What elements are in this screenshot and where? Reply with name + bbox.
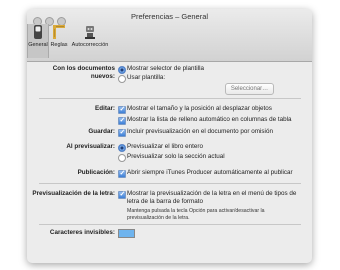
invisibles-color-well[interactable] <box>118 229 135 238</box>
radio-show-selector-label: Mostrar selector de plantilla <box>127 65 204 72</box>
checkbox-open-itunes-producer[interactable] <box>118 169 126 178</box>
save-label: Guardar: <box>88 128 115 135</box>
checkbox-show-font-preview[interactable] <box>118 190 126 199</box>
font-preview-label: Previsualización de la letra: <box>32 190 115 197</box>
publish-label: Publicación: <box>77 169 115 176</box>
edit-label: Editar: <box>95 105 115 112</box>
title-bar: Preferencias – General General Reglas Au… <box>27 9 312 62</box>
invisibles-label: Caracteres invisibles: <box>49 229 115 236</box>
checkbox-show-autofill[interactable] <box>118 116 126 125</box>
checkbox-include-preview[interactable] <box>118 128 126 137</box>
show-font-preview-label: Mostrar la previsualización de la letra … <box>127 190 297 205</box>
font-preview-hint: Mantenga pulsada la tecla Opción para ac… <box>127 208 265 221</box>
toolbar-general-label: General <box>28 42 48 48</box>
switch-icon <box>34 25 42 39</box>
divider <box>39 183 301 184</box>
open-itunes-producer-label: Abrir siempre iTunes Producer automática… <box>127 169 293 176</box>
window-title: Preferencias – General <box>130 12 209 21</box>
toolbar-autocorreccion[interactable]: Autocorrección <box>71 24 109 58</box>
toolbar-reglas-label: Reglas <box>50 42 68 48</box>
include-preview-label: Incluir previsualización en el documento… <box>127 128 273 135</box>
preferences-window: Preferencias – General General Reglas Au… <box>27 9 312 263</box>
show-autofill-label: Mostrar la lista de relleno automático e… <box>127 116 292 123</box>
preview-label: Al previsualizar: <box>66 143 115 150</box>
toolbar-autocorreccion-label: Autocorrección <box>71 42 109 48</box>
new-docs-label: Con los documentos nuevos: <box>52 65 115 80</box>
radio-preview-current-section[interactable] <box>118 154 126 162</box>
divider <box>39 224 301 225</box>
preview-whole-book-label: Previsualizar el libro entero <box>127 143 203 150</box>
ruler-icon <box>53 25 65 39</box>
toolbar-reglas[interactable]: Reglas <box>49 24 69 58</box>
robot-icon <box>85 26 95 39</box>
toolbar-general[interactable]: General <box>27 24 49 58</box>
show-size-position-label: Mostrar el tamaño y la posición al despl… <box>127 105 272 112</box>
radio-use-template-label: Usar plantilla: <box>127 74 166 81</box>
select-template-button[interactable]: Seleccionar… <box>225 83 274 95</box>
preview-current-section-label: Previsualizar solo la sección actual <box>127 153 225 160</box>
radio-show-selector[interactable] <box>118 66 126 74</box>
checkbox-show-size-position[interactable] <box>118 105 126 114</box>
radio-use-template[interactable] <box>118 75 126 83</box>
divider <box>39 98 301 99</box>
radio-preview-whole-book[interactable] <box>118 144 126 152</box>
